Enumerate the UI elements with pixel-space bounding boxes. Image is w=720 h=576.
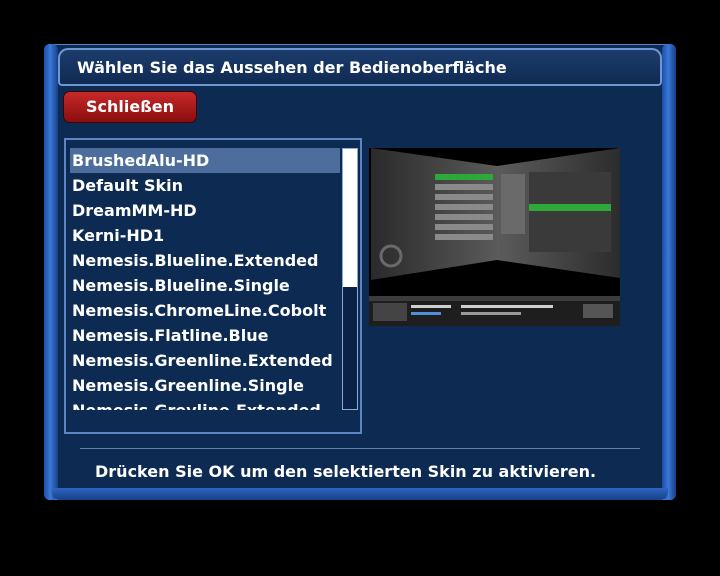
close-button[interactable]: Schließen xyxy=(64,92,196,122)
hint-divider xyxy=(80,448,640,449)
window-frame-bottom xyxy=(52,488,668,500)
window-frame-left xyxy=(44,44,58,500)
skin-list[interactable]: BrushedAlu-HD Default Skin DreamMM-HD Ke… xyxy=(70,148,340,410)
skin-item-nemesis-flatline-blue[interactable]: Nemesis.Flatline.Blue xyxy=(70,323,340,348)
window-frame-right xyxy=(662,44,676,500)
skin-preview-graphic xyxy=(369,148,620,326)
skin-item-nemesis-chromeline-cobolt[interactable]: Nemesis.ChromeLine.Cobolt xyxy=(70,298,340,323)
skin-item-default-skin[interactable]: Default Skin xyxy=(70,173,340,198)
skin-preview-image xyxy=(369,148,620,326)
skin-list-box: BrushedAlu-HD Default Skin DreamMM-HD Ke… xyxy=(64,138,362,434)
list-scrollbar[interactable] xyxy=(342,148,358,410)
scrollbar-thumb[interactable] xyxy=(343,149,357,287)
skin-item-nemesis-greyline-extended[interactable]: Nemesis.Greyline.Extended xyxy=(70,398,340,410)
skin-item-nemesis-blueline-single[interactable]: Nemesis.Blueline.Single xyxy=(70,273,340,298)
skin-item-brushedalu-hd[interactable]: BrushedAlu-HD xyxy=(70,148,340,173)
window-title: Wählen Sie das Aussehen der Bedienoberfl… xyxy=(77,58,507,77)
skin-item-nemesis-greenline-extended[interactable]: Nemesis.Greenline.Extended xyxy=(70,348,340,373)
skin-item-dreammm-hd[interactable]: DreamMM-HD xyxy=(70,198,340,223)
skin-item-kerni-hd1[interactable]: Kerni-HD1 xyxy=(70,223,340,248)
skin-item-nemesis-greenline-single[interactable]: Nemesis.Greenline.Single xyxy=(70,373,340,398)
skin-item-nemesis-blueline-extended[interactable]: Nemesis.Blueline.Extended xyxy=(70,248,340,273)
hint-text: Drücken Sie OK um den selektierten Skin … xyxy=(95,462,597,481)
title-bar: Wählen Sie das Aussehen der Bedienoberfl… xyxy=(58,48,662,86)
